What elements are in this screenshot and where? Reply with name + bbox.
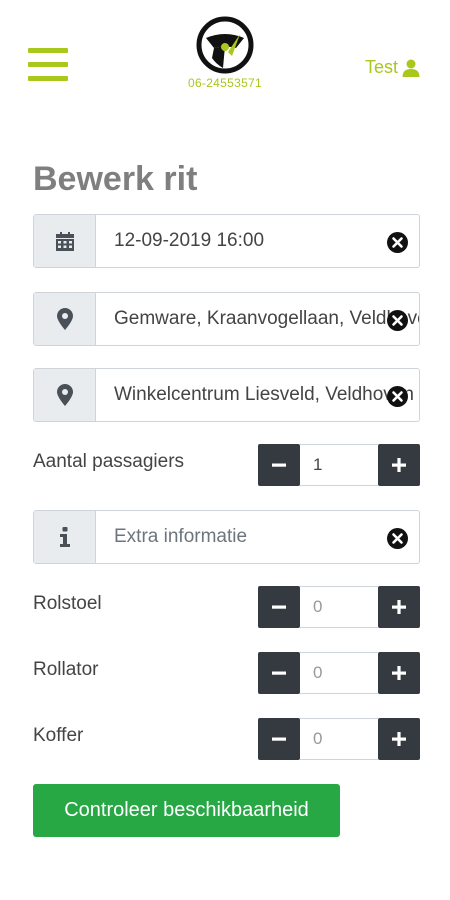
suitcase-label: Koffer — [33, 725, 84, 746]
destination-input[interactable]: Winkelcentrum Liesveld, Veldhoven — [96, 369, 419, 421]
passengers-label: Aantal passagiers — [33, 451, 185, 472]
passengers-increment-button[interactable] — [378, 444, 420, 486]
menu-icon[interactable] — [28, 48, 68, 84]
suitcase-increment-button[interactable] — [378, 718, 420, 760]
passengers-stepper: 1 — [258, 444, 420, 486]
wheelchair-decrement-button[interactable] — [258, 586, 300, 628]
rollator-label: Rollator — [33, 659, 99, 680]
rollator-increment-button[interactable] — [378, 652, 420, 694]
minus-icon — [272, 737, 286, 741]
rollator-count[interactable]: 0 — [300, 652, 378, 694]
page-title: Bewerk rit — [33, 160, 198, 198]
suitcase-stepper: 0 — [258, 718, 420, 760]
user-icon — [402, 59, 420, 77]
clear-icon[interactable] — [387, 528, 408, 549]
suitcase-decrement-button[interactable] — [258, 718, 300, 760]
wheelchair-count[interactable]: 0 — [300, 586, 378, 628]
datetime-input[interactable]: 12-09-2019 16:00 — [96, 215, 419, 267]
plus-icon — [392, 666, 406, 680]
map-marker-icon — [56, 384, 73, 406]
datetime-field[interactable]: 12-09-2019 16:00 — [33, 214, 420, 268]
destination-field[interactable]: Winkelcentrum Liesveld, Veldhoven — [33, 368, 420, 422]
wheelchair-stepper: 0 — [258, 586, 420, 628]
wheelchair-increment-button[interactable] — [378, 586, 420, 628]
suitcase-count[interactable]: 0 — [300, 718, 378, 760]
pickup-addon — [34, 293, 96, 345]
check-availability-button[interactable]: Controleer beschikbaarheid — [33, 784, 340, 837]
extra-info-input[interactable]: Extra informatie — [96, 511, 419, 563]
plus-icon — [392, 732, 406, 746]
minus-icon — [272, 605, 286, 609]
wheelchair-label: Rolstoel — [33, 593, 102, 614]
clear-icon[interactable] — [387, 386, 408, 407]
passengers-decrement-button[interactable] — [258, 444, 300, 486]
rollator-decrement-button[interactable] — [258, 652, 300, 694]
plus-icon — [392, 600, 406, 614]
info-addon — [34, 511, 96, 563]
map-marker-icon — [56, 308, 73, 330]
pickup-input[interactable]: Gemware, Kraanvogellaan, Veldhoven — [96, 293, 419, 345]
user-menu[interactable]: Test — [365, 57, 420, 78]
passengers-count[interactable]: 1 — [300, 444, 378, 486]
user-name: Test — [364, 57, 398, 77]
plus-icon — [392, 458, 406, 472]
app-header: 06-24553571 Test — [0, 0, 450, 110]
steering-wheel-logo — [196, 16, 254, 74]
calendar-addon — [34, 215, 96, 267]
info-icon — [59, 527, 70, 547]
destination-addon — [34, 369, 96, 421]
calendar-icon — [55, 231, 74, 251]
phone-number: 06-24553571 — [187, 76, 263, 90]
extra-info-field[interactable]: Extra informatie — [33, 510, 420, 564]
clear-icon[interactable] — [387, 310, 408, 331]
clear-icon[interactable] — [387, 232, 408, 253]
minus-icon — [272, 671, 286, 675]
rollator-stepper: 0 — [258, 652, 420, 694]
minus-icon — [272, 463, 286, 467]
pickup-field[interactable]: Gemware, Kraanvogellaan, Veldhoven — [33, 292, 420, 346]
